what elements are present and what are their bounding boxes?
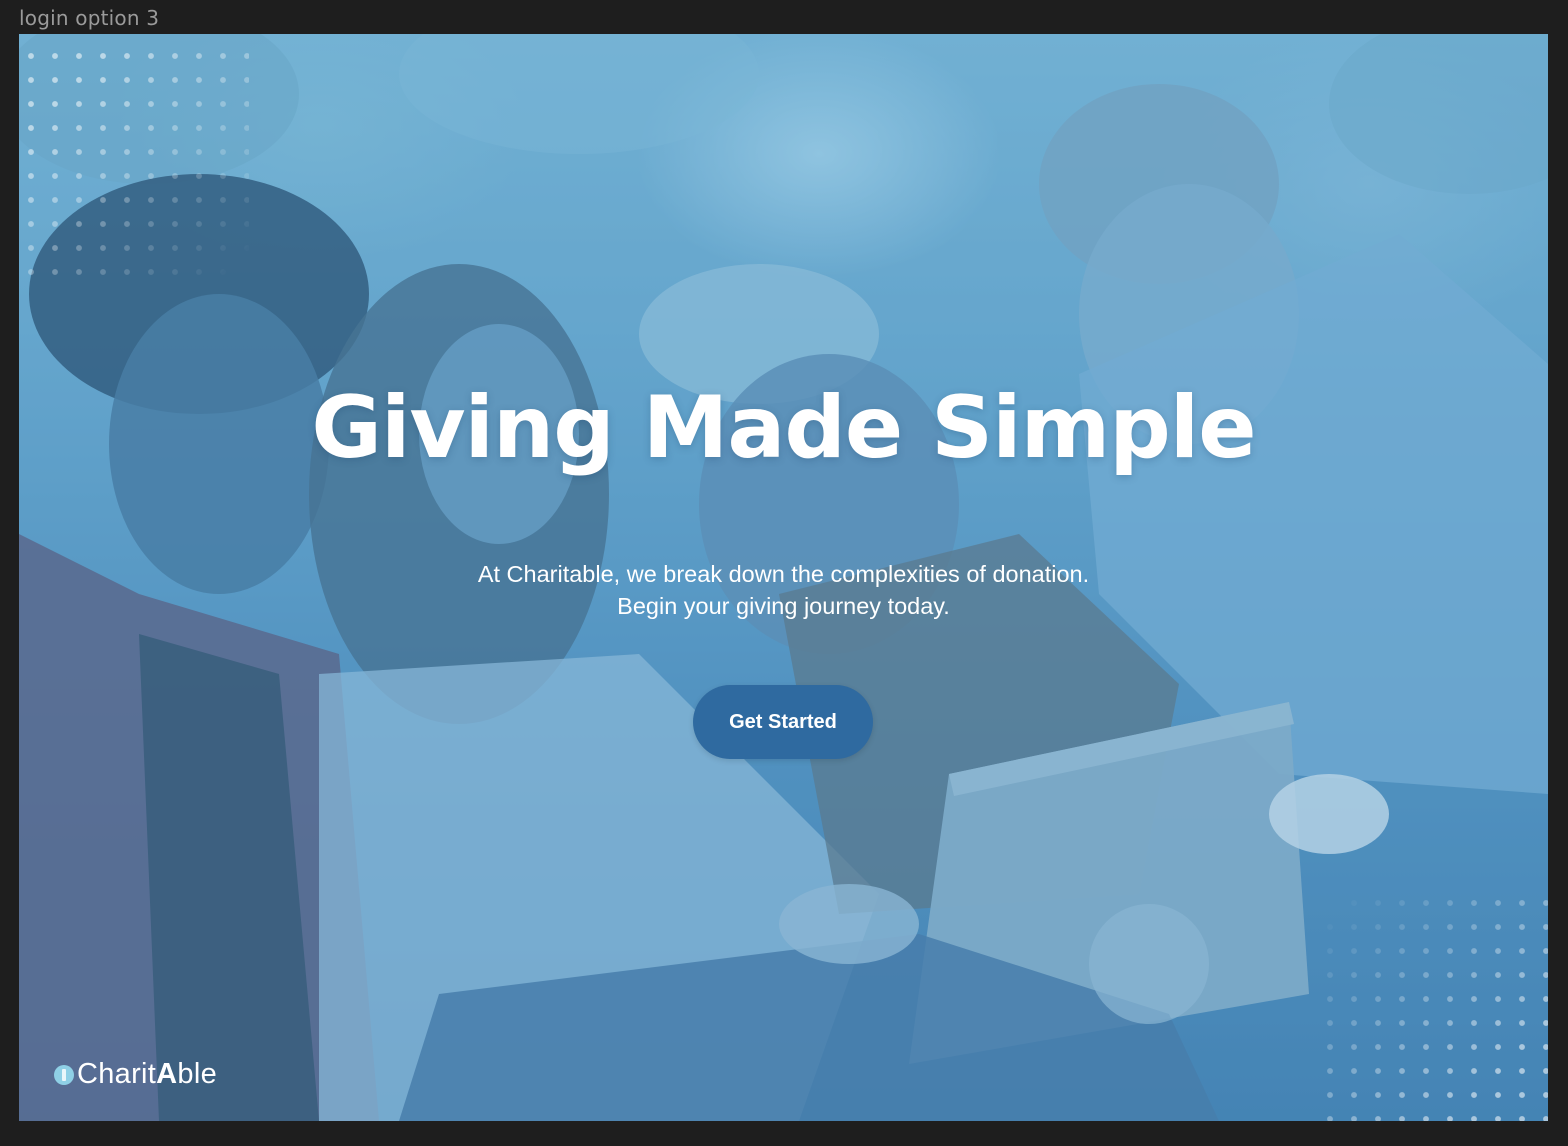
ribbon-icon	[54, 1064, 74, 1085]
logo-text-part-1: Charit	[77, 1058, 157, 1090]
logo-text-part-3: ble	[177, 1058, 218, 1090]
get-started-button[interactable]: Get Started	[693, 685, 873, 759]
hero-subtext-line-2: Begin your giving journey today.	[617, 593, 950, 619]
hero-subtext: At Charitable, we break down the complex…	[19, 558, 1548, 622]
decorative-dot-grid-top-left	[19, 44, 249, 284]
login-hero-frame: Giving Made Simple At Charitable, we bre…	[19, 34, 1548, 1121]
hero-subtext-line-1: At Charitable, we break down the complex…	[477, 561, 1090, 587]
decorative-dot-grid-bottom-right	[1318, 891, 1548, 1121]
hero-headline: Giving Made Simple	[311, 378, 1256, 478]
logo-text-part-2: A	[156, 1058, 178, 1090]
charitable-logo[interactable]: CharitAble	[53, 1058, 217, 1091]
frame-label: login option 3	[19, 6, 160, 30]
logo-text: CharitAble	[77, 1058, 217, 1091]
